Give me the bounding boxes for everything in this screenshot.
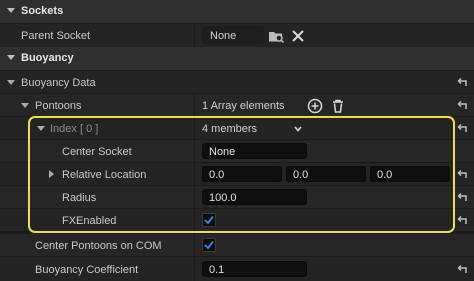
relative-location-y-field[interactable]: 0.0 xyxy=(286,166,366,182)
reset-to-default-icon[interactable] xyxy=(456,215,468,226)
center-pontoons-on-com-checkbox[interactable] xyxy=(202,238,216,252)
array-index-label: Index [ 0 ] xyxy=(50,123,99,135)
column-divider[interactable] xyxy=(194,140,195,162)
property-buoyancy-coefficient: Buoyancy Coefficient 0.1 xyxy=(0,256,474,281)
reset-to-default-icon[interactable] xyxy=(456,169,468,180)
checkmark-icon xyxy=(204,215,214,225)
property-label: Relative Location xyxy=(62,169,147,181)
property-label: Parent Socket xyxy=(21,30,91,42)
property-fx-enabled: FXEnabled xyxy=(0,208,474,231)
property-label: Center Socket xyxy=(62,146,132,158)
property-relative-location[interactable]: Relative Location 0.0 0.0 0.0 xyxy=(0,162,474,185)
checkmark-icon xyxy=(204,240,214,250)
property-label: Center Pontoons on COM xyxy=(35,240,162,252)
property-label: Buoyancy Coefficient xyxy=(35,264,139,276)
property-label: Pontoons xyxy=(35,100,82,112)
reset-to-default-icon[interactable] xyxy=(456,123,468,134)
property-pontoons[interactable]: Pontoons 1 Array elements xyxy=(0,93,474,116)
chevron-down-icon[interactable] xyxy=(294,124,302,132)
array-element-index-0[interactable]: Index [ 0 ] 4 members xyxy=(0,116,474,139)
property-label: FXEnabled xyxy=(62,215,117,227)
category-label: Sockets xyxy=(21,5,64,17)
column-divider[interactable] xyxy=(194,163,195,185)
property-center-pontoons-on-com: Center Pontoons on COM xyxy=(0,233,474,256)
property-parent-socket: Parent Socket None xyxy=(0,23,474,47)
column-divider[interactable] xyxy=(194,94,195,116)
chevron-down-icon xyxy=(7,8,15,13)
buoyancy-coefficient-field[interactable]: 0.1 xyxy=(202,261,307,277)
fx-enabled-checkbox[interactable] xyxy=(202,213,216,227)
column-divider[interactable] xyxy=(194,209,195,231)
chevron-down-icon[interactable] xyxy=(37,126,45,131)
browse-asset-icon[interactable] xyxy=(268,28,285,44)
reset-to-default-icon[interactable] xyxy=(456,192,468,203)
category-sockets[interactable]: Sockets xyxy=(0,0,474,23)
column-divider[interactable] xyxy=(194,234,195,256)
category-buoyancy[interactable]: Buoyancy xyxy=(0,47,474,70)
relative-location-z-field[interactable]: 0.0 xyxy=(370,166,450,182)
column-divider[interactable] xyxy=(194,186,195,208)
property-radius: Radius 100.0 xyxy=(0,185,474,208)
property-center-socket: Center Socket None xyxy=(0,139,474,162)
delete-icon[interactable] xyxy=(330,98,346,114)
parent-socket-field[interactable]: None xyxy=(202,26,264,45)
reset-to-default-icon[interactable] xyxy=(456,264,468,275)
clear-x-icon[interactable] xyxy=(290,28,306,44)
chevron-down-icon[interactable] xyxy=(7,80,15,85)
add-element-icon[interactable] xyxy=(307,98,323,114)
reset-to-default-icon[interactable] xyxy=(456,100,468,111)
column-divider[interactable] xyxy=(194,257,195,281)
array-summary: 1 Array elements xyxy=(202,100,285,112)
radius-field[interactable]: 100.0 xyxy=(202,189,307,205)
category-label: Buoyancy xyxy=(21,52,74,64)
column-divider[interactable] xyxy=(194,24,195,47)
members-summary: 4 members xyxy=(202,123,258,135)
chevron-down-icon[interactable] xyxy=(21,103,29,108)
property-buoyancy-data[interactable]: Buoyancy Data xyxy=(0,70,474,93)
reset-to-default-icon[interactable] xyxy=(456,77,468,88)
chevron-down-icon xyxy=(7,55,15,60)
chevron-right-icon[interactable] xyxy=(49,170,54,178)
relative-location-x-field[interactable]: 0.0 xyxy=(202,166,282,182)
column-divider[interactable] xyxy=(194,117,195,139)
property-label: Radius xyxy=(62,192,97,204)
center-socket-field[interactable]: None xyxy=(202,143,307,159)
property-label: Buoyancy Data xyxy=(21,77,96,89)
